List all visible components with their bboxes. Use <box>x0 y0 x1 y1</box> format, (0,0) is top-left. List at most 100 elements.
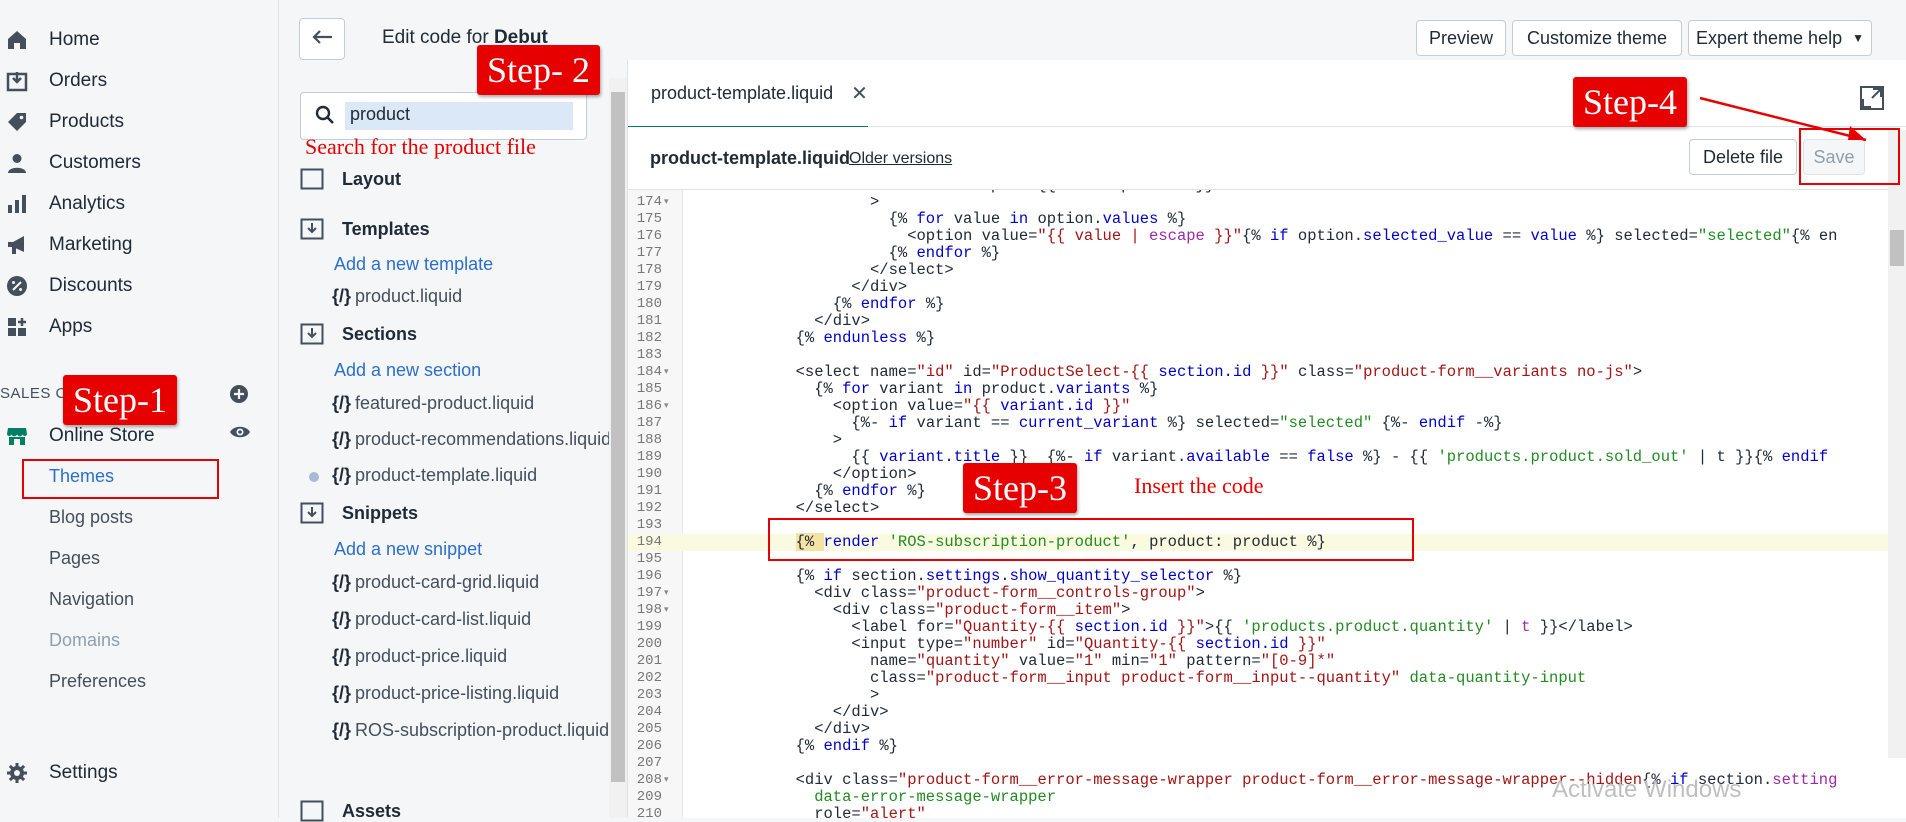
file-search-input[interactable]: product <box>300 92 587 140</box>
nav-settings[interactable]: Settings <box>0 754 118 792</box>
code-line[interactable]: 188 > <box>628 432 1906 449</box>
fold-arrow-icon[interactable]: ▾ <box>664 194 669 211</box>
code-token: show_quantity_selector <box>1009 567 1215 585</box>
nav-blog-posts[interactable]: Blog posts <box>49 507 133 528</box>
code-line[interactable]: 175 {% for value in option.values %} <box>628 211 1906 228</box>
code-token: variants <box>1056 380 1131 398</box>
nav-discounts[interactable]: Discounts <box>0 267 132 305</box>
line-number: 197 <box>636 585 662 601</box>
nav-apps[interactable]: Apps <box>0 308 92 346</box>
add-sales-channel-icon[interactable] <box>229 384 249 409</box>
code-token: > <box>870 193 880 211</box>
code-line[interactable]: 192 </select> <box>628 500 1906 517</box>
customize-theme-button[interactable]: Customize theme <box>1512 20 1682 56</box>
fold-arrow-icon[interactable]: ▾ <box>664 585 669 602</box>
add-template-link[interactable]: Add a new template <box>334 254 493 275</box>
nav-home[interactable]: Home <box>0 21 100 59</box>
file-featured-product[interactable]: {/} featured-product.liquid <box>332 393 534 414</box>
folder-layout[interactable]: Layout <box>300 168 401 190</box>
folder-assets[interactable]: Assets <box>300 800 401 822</box>
code-line[interactable]: 197 ▾ <div class="product-form__controls-g… <box>628 585 1906 602</box>
code-line[interactable]: 207 <box>628 755 1906 772</box>
nav-customers[interactable]: Customers <box>0 144 141 182</box>
nav-domains[interactable]: Domains <box>49 630 120 651</box>
code-line[interactable]: 180 {% endfor %} <box>628 296 1906 313</box>
code-line[interactable]: 205 </div> <box>628 721 1906 738</box>
nav-pages[interactable]: Pages <box>49 548 100 569</box>
code-line[interactable]: 178 </select> <box>628 262 1906 279</box>
nav-analytics[interactable]: Analytics <box>0 185 125 223</box>
file-product-recommendations[interactable]: {/} product-recommendations.liquid <box>332 429 609 450</box>
code-token: <div <box>832 601 880 619</box>
fold-arrow-icon[interactable]: ▾ <box>664 772 669 789</box>
file-product-template[interactable]: {/} product-template.liquid <box>332 465 537 486</box>
file-panel-scroll-thumb[interactable] <box>611 92 625 782</box>
file-ros-subscription-product[interactable]: {/} ROS-subscription-product.liquid <box>332 720 609 741</box>
code-line[interactable]: 184 ▾ <select name="id" id="ProductSelect-… <box>628 364 1906 381</box>
nav-preferences[interactable]: Preferences <box>49 671 146 692</box>
code-line[interactable]: 201 name="quantity" value="1" min="1" pat… <box>628 653 1906 670</box>
code-line[interactable]: 198 ▾ <div class="product-form__item"> <box>628 602 1906 619</box>
older-versions-link[interactable]: Older versions <box>849 150 952 168</box>
file-product-price[interactable]: {/} product-price.liquid <box>332 646 507 667</box>
file-product-price-listing[interactable]: {/} product-price-listing.liquid <box>332 683 559 704</box>
store-icon <box>4 423 30 449</box>
file-product-card-grid[interactable]: {/} product-card-grid.liquid <box>332 572 539 593</box>
nav-products[interactable]: Products <box>0 103 124 141</box>
code-line[interactable]: 210 role="alert" <box>628 806 1906 819</box>
code-line[interactable]: 181 </div> <box>628 313 1906 330</box>
code-line[interactable]: 186 ▾ <option value="{{ variant.id }}" <box>628 398 1906 415</box>
preview-button[interactable]: Preview <box>1416 20 1506 56</box>
code-token: section.id <box>1195 635 1289 653</box>
editor-scroll-thumb[interactable] <box>1890 230 1904 266</box>
tab-product-template[interactable]: product-template.liquid ✕ <box>628 60 868 129</box>
code-token: available <box>1186 448 1270 466</box>
file-product-card-list[interactable]: {/} product-card-list.liquid <box>332 609 531 630</box>
code-line[interactable]: 190 </option> <box>628 466 1906 483</box>
code-line[interactable]: 183 <box>628 347 1906 364</box>
code-line[interactable]: 206 {% endif %} <box>628 738 1906 755</box>
code-token: endfor <box>916 244 973 262</box>
code-line[interactable]: 182 {% endunless %} <box>628 330 1906 347</box>
fold-arrow-icon[interactable]: ▾ <box>664 602 669 619</box>
nav-navigation[interactable]: Navigation <box>49 589 134 610</box>
add-snippet-link[interactable]: Add a new snippet <box>334 539 482 560</box>
close-tab-icon[interactable]: ✕ <box>851 81 868 106</box>
folder-sections[interactable]: Sections <box>300 323 417 345</box>
code-line[interactable]: 187 {%- if variant == current_variant %} … <box>628 415 1906 432</box>
fold-arrow-icon[interactable]: ▾ <box>664 364 669 381</box>
folder-snippets[interactable]: Snippets <box>300 502 418 524</box>
nav-orders[interactable]: Orders <box>0 62 107 100</box>
code-line[interactable]: 203 > <box>628 687 1906 704</box>
code-line[interactable]: 176 <option value="{{ value | escape }}"{… <box>628 228 1906 245</box>
add-section-link[interactable]: Add a new section <box>334 360 481 381</box>
code-line[interactable]: 177 {% endfor %} <box>628 245 1906 262</box>
code-token: false <box>1307 448 1354 466</box>
back-button[interactable] <box>299 18 345 60</box>
line-number: 177 <box>636 245 662 261</box>
code-line[interactable]: 185 {% for variant in product.variants %} <box>628 381 1906 398</box>
expert-theme-help-button[interactable]: Expert theme help ▼ <box>1688 20 1872 56</box>
code-token: escape <box>1149 227 1205 245</box>
code-line[interactable]: 202 class="product-form__input product-fo… <box>628 670 1906 687</box>
folder-templates[interactable]: Templates <box>300 218 430 240</box>
code-token: data-quantity-input <box>1400 669 1587 687</box>
code-text: {%- if variant == current_variant %} sel… <box>851 415 1502 432</box>
nav-marketing[interactable]: Marketing <box>0 226 132 264</box>
fold-arrow-icon[interactable]: ▾ <box>664 398 669 415</box>
view-store-eye-icon[interactable] <box>229 424 251 445</box>
code-area[interactable]: 173data-index="option{{ forloop.index }}… <box>628 190 1906 818</box>
code-line[interactable]: 179 </div> <box>628 279 1906 296</box>
code-line[interactable]: 189{{ variant.title }} {%- if variant.av… <box>628 449 1906 466</box>
code-line[interactable]: 191 {% endfor %} <box>628 483 1906 500</box>
code-text: </select> <box>796 500 880 517</box>
code-line[interactable]: 204 </div> <box>628 704 1906 721</box>
code-line[interactable]: 196 {% if section.settings.show_quantity_… <box>628 568 1906 585</box>
file-product-liquid[interactable]: {/} product.liquid <box>332 286 462 307</box>
editor-scrollbar[interactable] <box>1888 130 1906 758</box>
code-line[interactable]: 199 <label for="Quantity-{{ section.id }}… <box>628 619 1906 636</box>
code-line[interactable]: 174 ▾ > <box>628 194 1906 211</box>
code-line[interactable]: 200 <input type="number" id="Quantity-{{ … <box>628 636 1906 653</box>
code-token: class= <box>1288 363 1354 381</box>
line-number: 200 <box>636 636 662 652</box>
